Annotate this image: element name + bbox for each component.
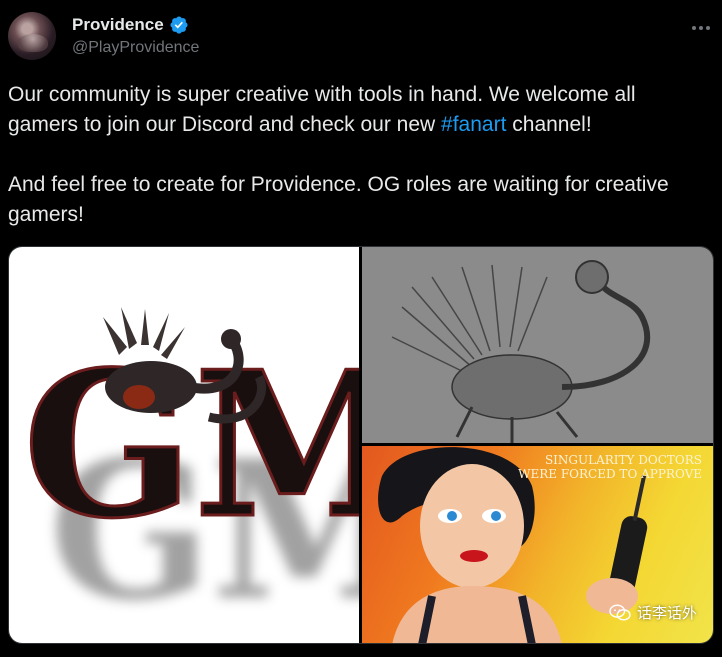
media-image-pinup[interactable]: SINGULARITY DOCTORS WERE FORCED TO APPRO… bbox=[362, 446, 713, 643]
avatar[interactable] bbox=[8, 12, 56, 60]
display-name[interactable]: Providence bbox=[72, 15, 164, 35]
tweet-paragraph-1: Our community is super creative with too… bbox=[8, 80, 708, 140]
tweet-header: Providence @PlayProvidence bbox=[8, 12, 714, 64]
media-image-sketch[interactable] bbox=[362, 247, 713, 443]
media-grid: GM GM bbox=[8, 246, 714, 644]
more-options-icon[interactable] bbox=[688, 18, 714, 38]
tweet-paragraph-2: And feel free to create for Providence. … bbox=[8, 173, 669, 226]
handle[interactable]: @PlayProvidence bbox=[72, 39, 199, 57]
watermark: 话李话外 bbox=[609, 602, 697, 623]
watermark-text: 话李话外 bbox=[636, 604, 697, 622]
hashtag-link[interactable]: #fanart bbox=[441, 113, 506, 136]
verified-badge-icon bbox=[170, 16, 188, 34]
author-name-row: Providence bbox=[72, 14, 189, 36]
tweet-text: Our community is super creative with too… bbox=[8, 80, 708, 230]
pinup-caption-line1: SINGULARITY DOCTORS bbox=[545, 453, 702, 467]
tweet-text-segment: channel! bbox=[506, 113, 592, 136]
media-image-gm-logo[interactable]: GM GM bbox=[9, 247, 359, 643]
svg-text:GM: GM bbox=[23, 328, 359, 563]
pinup-caption-line2: WERE FORCED TO APPROVE bbox=[518, 467, 702, 481]
wechat-watermark-icon bbox=[609, 604, 631, 621]
